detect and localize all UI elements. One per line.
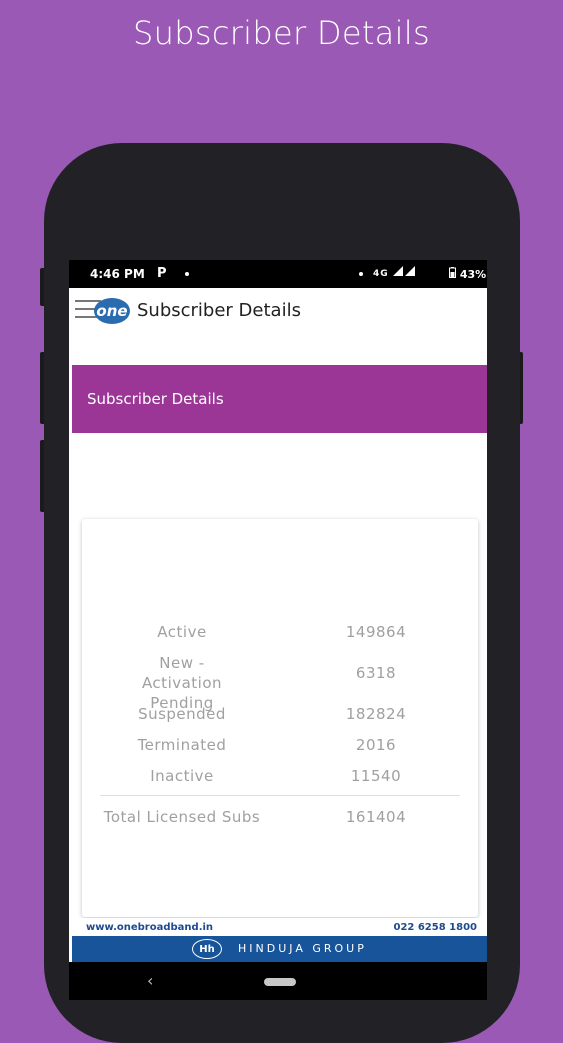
stat-label: Suspended [138,705,226,723]
stat-label: Inactive [150,767,214,785]
status-time: 4:46 PM [90,267,145,281]
app-bar-title: Subscriber Details [137,300,301,321]
network-type: 4G [373,269,389,279]
banner-title: Subscriber Details [87,390,224,408]
stats-divider [100,795,460,796]
system-nav-bar: ‹ [69,962,487,1000]
back-icon[interactable]: ‹ [147,971,153,990]
website-link[interactable]: www.onebroadband.in [86,922,213,933]
notification-dot-icon [185,272,189,276]
hinduja-group-bar: Hh HINDUJA GROUP [72,936,487,962]
stat-value: 182824 [345,705,407,723]
battery-icon [449,267,456,278]
stat-value: 2016 [355,736,397,754]
page-headline: Subscriber Details [133,14,430,52]
battery-percent: 43% [459,268,487,281]
parking-notification-icon: P [157,266,167,281]
status-bar: 4:46 PM P 4G 43% [69,260,487,288]
hinduja-emblem-icon: Hh [192,939,222,959]
home-pill-icon[interactable] [264,978,296,986]
stat-value: 11540 [350,767,402,785]
total-label: Total Licensed Subs [103,808,261,826]
phone-screen: 4:46 PM P 4G 43% one Subscriber Details [69,260,487,1000]
total-value: 161404 [345,808,407,826]
battery-level: 43% [449,267,486,281]
signal-bars-icon [392,266,415,276]
network-signal-icon: 4G [373,266,417,279]
stat-label: Terminated [137,736,227,754]
subscriber-stats-card: Active 149864 New - Activation Pending 6… [82,519,478,917]
contact-phone[interactable]: 022 6258 1800 [393,922,477,933]
stat-label: Active [157,623,207,641]
stat-value: 149864 [345,623,407,641]
one-broadband-logo: one [94,298,130,324]
group-name: HINDUJA GROUP [238,942,367,955]
status-dot-icon [359,272,363,276]
section-banner: Subscriber Details [72,365,487,433]
app-bar: one Subscriber Details [72,288,487,366]
stat-value: 6318 [355,664,397,682]
contact-footer: www.onebroadband.in 022 6258 1800 [72,918,487,936]
